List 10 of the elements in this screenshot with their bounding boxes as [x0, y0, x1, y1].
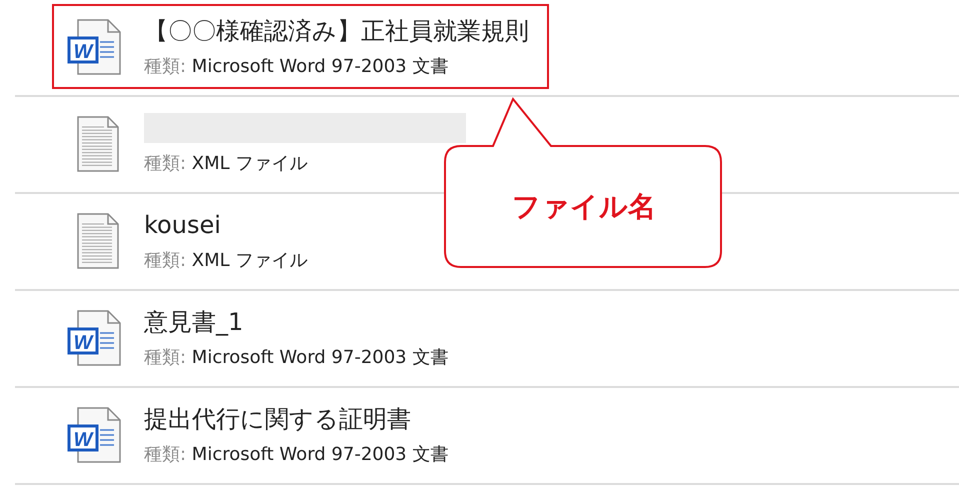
file-name: 意見書_1 [144, 307, 244, 337]
file-name: 提出代行に関する証明書 [144, 404, 412, 434]
file-type: 種類: XML ファイル [144, 249, 308, 272]
file-name: kousei [144, 210, 222, 240]
file-type: 種類: Microsoft Word 97-2003 文書 [144, 55, 450, 78]
file-type: 種類: Microsoft Word 97-2003 文書 [144, 346, 448, 369]
callout-text: ファイル名 [511, 190, 657, 224]
file-type: 種類: XML ファイル [144, 152, 308, 175]
file-type: 種類: Microsoft Word 97-2003 文書 [144, 443, 448, 466]
file-name: 【〇〇様確認済み】正社員就業規則 [144, 16, 529, 46]
